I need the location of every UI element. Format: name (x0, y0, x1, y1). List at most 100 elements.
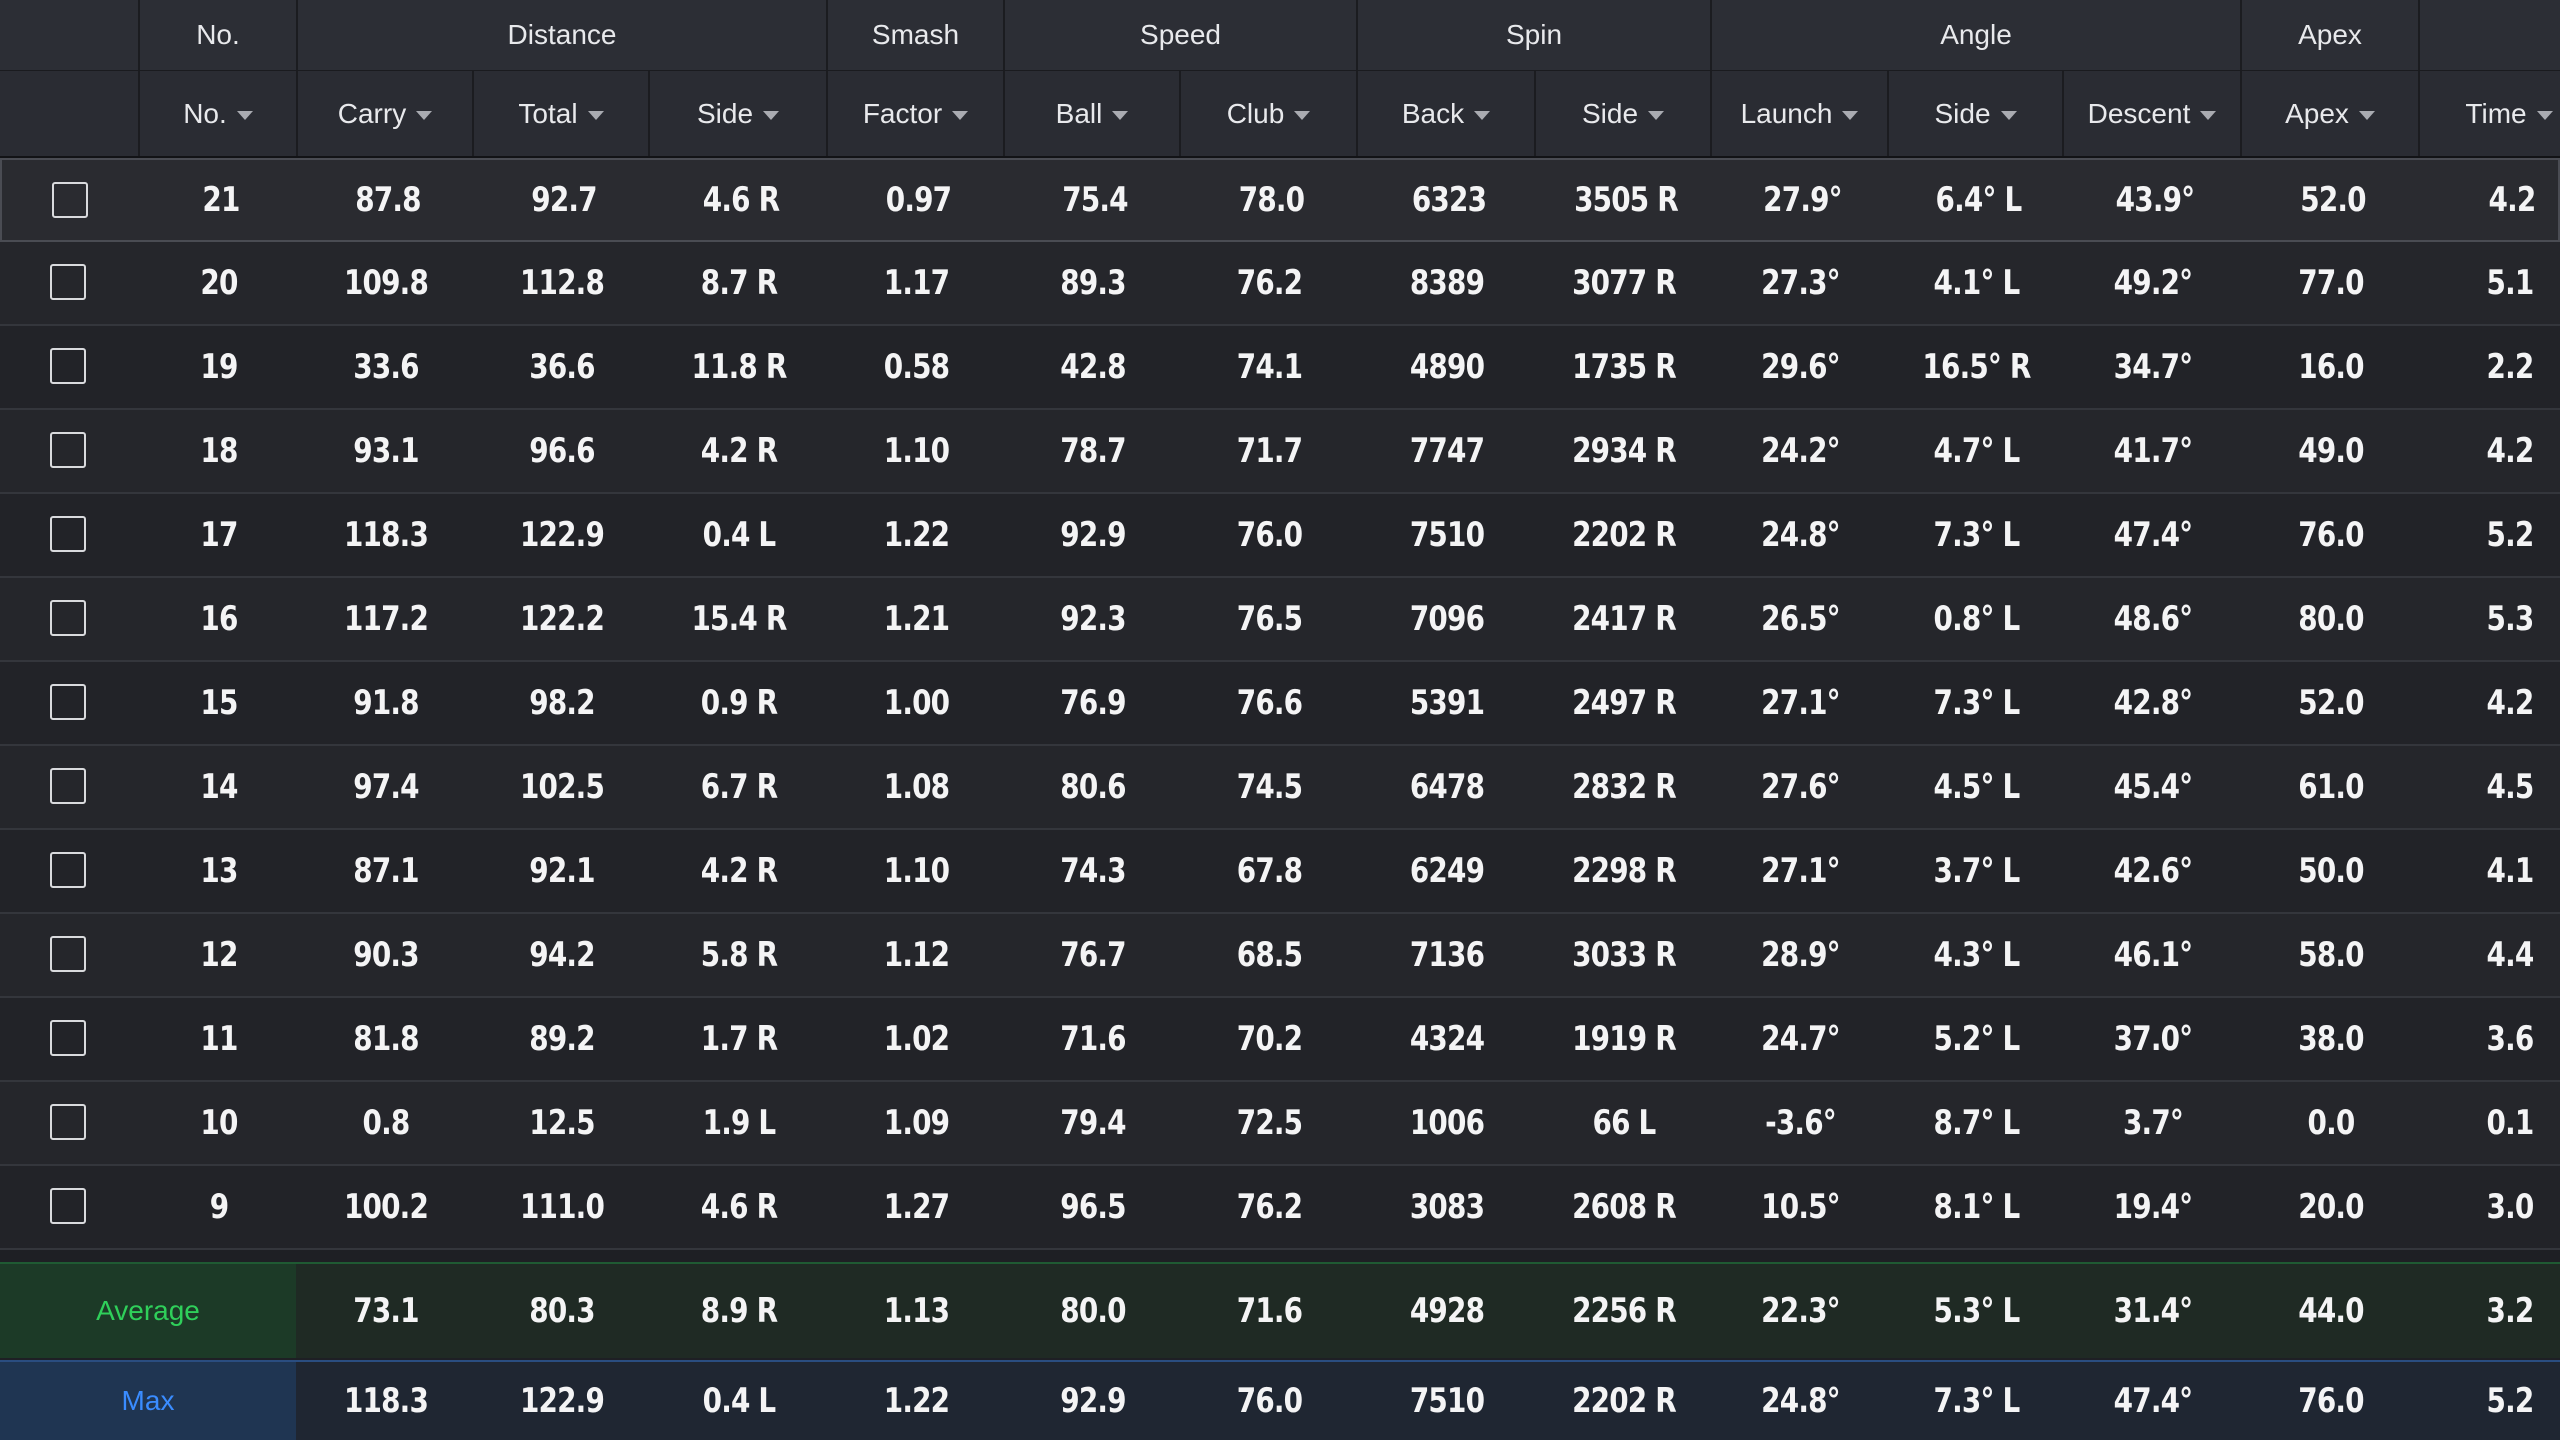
cell-11: 4.3° L (1933, 935, 2021, 975)
max-cell-13: 76.0 (2298, 1381, 2364, 1421)
cell-9: 3033 R (1572, 935, 1677, 975)
cell-9: 1735 R (1572, 347, 1677, 387)
column-header-1[interactable]: No. (140, 71, 298, 156)
column-header-2[interactable]: Carry (298, 71, 474, 156)
row-checkbox[interactable] (50, 432, 86, 468)
row-checkbox[interactable] (52, 182, 88, 218)
cell-14: 5.3 (2486, 599, 2535, 639)
cell-11: 4.7° L (1933, 431, 2021, 471)
table-row[interactable]: 10 0.8 12.5 1.9 L 1.09 79.4 72.5 1006 66 L -3.6° 8… (0, 1082, 2560, 1166)
table-row[interactable]: 19 33.6 36.6 11.8 R 0.58 42.8 74.1 4890 1735 R 29… (0, 326, 2560, 410)
cell-7: 78.0 (1238, 180, 1305, 220)
max-cell-7: 76.0 (1236, 1381, 1303, 1421)
cell-5: 1.08 (883, 767, 950, 807)
column-header-14[interactable]: Time (2420, 71, 2560, 156)
average-cell-10: 22.3° (1761, 1291, 1840, 1331)
cell-7: 68.5 (1236, 935, 1303, 975)
cell-9: 66 L (1592, 1103, 1656, 1143)
group-header-7: Apex (2242, 0, 2420, 70)
cell-13: 52.0 (2300, 180, 2366, 220)
column-header-7[interactable]: Club (1181, 71, 1358, 156)
sort-arrow-icon[interactable] (1648, 111, 1665, 120)
row-checkbox[interactable] (50, 852, 86, 888)
cell-6: 76.7 (1060, 935, 1126, 975)
table-row[interactable]: 18 93.1 96.6 4.2 R 1.10 78.7 71.7 7747 2934 R 24.… (0, 410, 2560, 494)
row-checkbox[interactable] (50, 1104, 86, 1140)
column-header-8[interactable]: Back (1358, 71, 1536, 156)
sort-arrow-icon[interactable] (1842, 111, 1859, 120)
sort-arrow-icon[interactable] (2000, 111, 2017, 120)
column-header-6[interactable]: Ball (1005, 71, 1181, 156)
cell-7: 71.7 (1236, 431, 1303, 471)
column-header-4[interactable]: Side (650, 71, 828, 156)
table-row[interactable]: 14 97.4 102.5 6.7 R 1.08 80.6 74.5 6478 2832 R 27… (0, 746, 2560, 830)
cell-2: 117.2 (343, 599, 429, 639)
column-header-label: Side (1581, 97, 1639, 129)
table-row[interactable]: 16 117.2 122.2 15.4 R 1.21 92.3 76.5 7096 2417 R… (0, 578, 2560, 662)
sort-arrow-icon[interactable] (2536, 111, 2553, 120)
table-row[interactable]: 20 109.8 112.8 8.7 R 1.17 89.3 76.2 8389 3077 R 2… (0, 242, 2560, 326)
cell-2: 91.8 (353, 683, 419, 723)
column-header-3[interactable]: Total (474, 71, 650, 156)
cell-7: 76.5 (1236, 599, 1303, 639)
cell-14: 4.2 (2486, 683, 2535, 723)
column-header-11[interactable]: Side (1889, 71, 2064, 156)
sort-arrow-icon[interactable] (2358, 111, 2375, 120)
table-row[interactable]: 21 87.8 92.7 4.6 R 0.97 75.4 78.0 6323 3505 R 27.… (0, 158, 2560, 242)
cell-13: 58.0 (2298, 935, 2364, 975)
row-checkbox[interactable] (50, 684, 86, 720)
cell-3: 98.2 (529, 683, 595, 723)
cell-2: 118.3 (343, 515, 429, 555)
sort-arrow-icon[interactable] (1474, 111, 1491, 120)
cell-2: 97.4 (353, 767, 419, 807)
table-row[interactable]: 11 81.8 89.2 1.7 R 1.02 71.6 70.2 4324 1919 R 24.… (0, 998, 2560, 1082)
sort-arrow-icon[interactable] (416, 111, 433, 120)
table-row[interactable]: 9 100.2 111.0 4.6 R 1.27 96.5 76.2 3083 2608 R 10… (0, 1166, 2560, 1250)
row-checkbox[interactable] (50, 1020, 86, 1056)
row-checkbox[interactable] (50, 768, 86, 804)
column-header-13[interactable]: Apex (2242, 71, 2420, 156)
cell-8: 5391 (1409, 683, 1485, 723)
table-row[interactable]: 15 91.8 98.2 0.9 R 1.00 76.9 76.6 5391 2497 R 27.… (0, 662, 2560, 746)
group-header-5: Spin (1358, 0, 1712, 70)
sort-arrow-icon[interactable] (587, 111, 604, 120)
group-header-6: Angle (1712, 0, 2242, 70)
row-checkbox[interactable] (50, 264, 86, 300)
column-header-10[interactable]: Launch (1712, 71, 1889, 156)
row-checkbox[interactable] (50, 936, 86, 972)
cell-5: 1.02 (883, 1019, 950, 1059)
column-header-5[interactable]: Factor (828, 71, 1005, 156)
average-row: Average 73.1 80.3 8.9 R 1.13 80.0 71.6 4928 225… (0, 1262, 2560, 1358)
cell-10: 24.2° (1761, 431, 1840, 471)
row-checkbox[interactable] (50, 1188, 86, 1224)
cell-12: 43.9° (2115, 180, 2195, 220)
row-checkbox[interactable] (50, 516, 86, 552)
sort-arrow-icon[interactable] (2200, 111, 2217, 120)
row-checkbox[interactable] (50, 600, 86, 636)
sort-arrow-icon[interactable] (236, 111, 253, 120)
cell-12: 3.7° (2122, 1103, 2184, 1143)
cell-2: 100.2 (343, 1187, 429, 1227)
group-header-1: No. (140, 0, 298, 70)
sort-arrow-icon[interactable] (952, 111, 969, 120)
cell-3: 112.8 (519, 263, 605, 303)
column-header-12[interactable]: Descent (2064, 71, 2242, 156)
cell-10: 27.3° (1761, 263, 1840, 303)
average-cell-2: 73.1 (353, 1291, 419, 1331)
average-cell-7: 71.6 (1236, 1291, 1303, 1331)
cell-3: 122.2 (519, 599, 605, 639)
cell-1: 15 (200, 683, 238, 723)
row-checkbox[interactable] (50, 348, 86, 384)
sort-arrow-icon[interactable] (1294, 111, 1311, 120)
cell-12: 34.7° (2113, 347, 2193, 387)
table-row[interactable]: 12 90.3 94.2 5.8 R 1.12 76.7 68.5 7136 3033 R 28.… (0, 914, 2560, 998)
sort-arrow-icon[interactable] (1112, 111, 1129, 120)
table-row[interactable]: 13 87.1 92.1 4.2 R 1.10 74.3 67.8 6249 2298 R 27.… (0, 830, 2560, 914)
sort-arrow-icon[interactable] (763, 111, 780, 120)
cell-4: 4.2 R (700, 851, 778, 891)
column-header-9[interactable]: Side (1536, 71, 1712, 156)
group-header-4: Speed (1005, 0, 1358, 70)
table-row[interactable]: 17 118.3 122.9 0.4 L 1.22 92.9 76.0 7510 2202 R 2… (0, 494, 2560, 578)
column-header-label: Club (1226, 97, 1285, 129)
cell-1: 13 (200, 851, 238, 891)
